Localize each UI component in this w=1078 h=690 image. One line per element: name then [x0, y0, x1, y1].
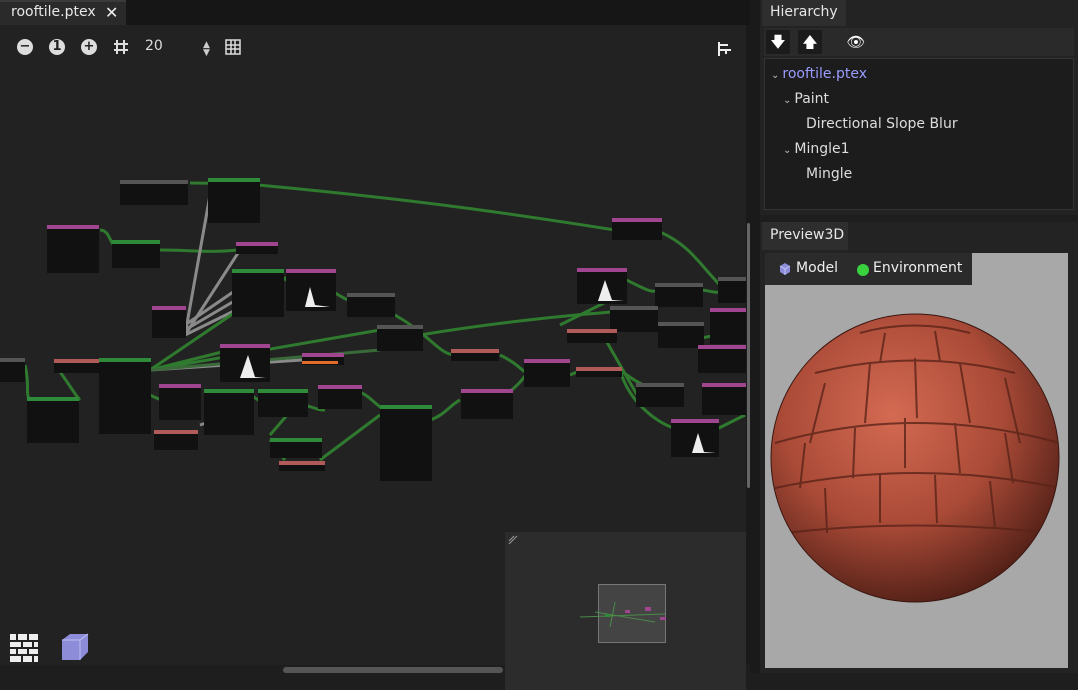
align-nodes-icon[interactable] — [716, 40, 734, 58]
zoom-reset-button[interactable]: 1 — [49, 39, 65, 55]
brick-pattern-icon[interactable] — [6, 630, 42, 666]
document-tab[interactable]: rooftile.ptex ✕ — [0, 0, 126, 25]
graph-node — [159, 384, 201, 420]
graph-node — [47, 225, 99, 273]
spin-down-icon[interactable]: ▼ — [203, 48, 210, 58]
graph-node — [567, 329, 617, 343]
graph-node — [152, 306, 186, 338]
horizontal-scrollbar-thumb[interactable] — [283, 667, 503, 673]
tree-item-label: Directional Slope Blur — [806, 116, 958, 132]
wire — [23, 364, 32, 402]
tree-item-label: Mingle — [806, 166, 853, 182]
graph-node — [236, 242, 278, 254]
tree-item-label: rooftile.ptex — [782, 66, 868, 82]
chevron-down-icon[interactable]: ⌄ — [783, 95, 791, 106]
tree-item-mingle[interactable]: Mingle — [806, 166, 852, 182]
hierarchy-tree: ⌄ rooftile.ptex ⌄ Paint Directional Slope … — [764, 58, 1074, 210]
graph-node — [451, 349, 499, 361]
cube-icon[interactable] — [56, 630, 92, 666]
minimap-viewport[interactable] — [598, 584, 666, 643]
chevron-down-icon[interactable]: ⌄ — [783, 145, 791, 156]
arrow-down-icon[interactable]: 🡇 — [766, 30, 790, 54]
hierarchy-toolbar: 🡇 🡅 👁 — [764, 28, 1074, 56]
graph-node — [286, 269, 336, 311]
graph-node — [524, 359, 570, 387]
graph-node — [208, 178, 260, 223]
wire — [319, 413, 381, 462]
graph-nodes — [0, 178, 746, 481]
zoom-out-button[interactable]: − — [17, 39, 33, 55]
panel-splitter[interactable] — [750, 0, 760, 673]
arrow-up-icon[interactable]: 🡅 — [798, 30, 822, 54]
graph-node — [377, 325, 423, 351]
tree-item-directional-slope-blur[interactable]: Directional Slope Blur — [806, 116, 958, 132]
preview-sphere — [770, 313, 1060, 603]
graph-node — [279, 461, 325, 471]
graph-node — [318, 385, 362, 409]
graph-node — [380, 405, 432, 481]
eye-icon[interactable]: 👁 — [844, 30, 868, 54]
graph-node — [27, 397, 79, 443]
graph-node — [258, 389, 308, 417]
preview-toolbar: Model Environment — [765, 253, 972, 285]
tab-preview3d[interactable]: Preview3D — [762, 222, 848, 250]
graph-node — [232, 269, 284, 317]
tree-item-label: Mingle1 — [794, 141, 850, 157]
graph-node — [54, 359, 100, 373]
graph-node — [220, 344, 270, 382]
cube-icon — [779, 263, 791, 275]
grid-snap-icon[interactable] — [112, 38, 130, 56]
graph-node — [204, 389, 254, 435]
zoom-in-button[interactable]: + — [81, 39, 97, 55]
snap-value-input[interactable]: 20 — [145, 38, 195, 58]
graph-node — [120, 180, 188, 205]
graph-node — [718, 277, 746, 303]
graph-minimap[interactable] — [505, 532, 746, 690]
grid-display-icon[interactable] — [224, 38, 242, 56]
environment-icon — [857, 264, 869, 276]
graph-canvas[interactable] — [0, 25, 746, 690]
environment-menu[interactable]: Environment — [873, 260, 962, 276]
graph-node — [612, 218, 662, 240]
graph-node — [347, 293, 395, 317]
graph-node — [671, 419, 719, 457]
graph-node — [302, 353, 344, 365]
graph-node — [99, 358, 151, 434]
graph-node — [576, 367, 622, 377]
document-tab-title: rooftile.ptex — [11, 4, 96, 20]
graph-node — [112, 240, 160, 268]
tree-item-mingle1[interactable]: ⌄ Mingle1 — [783, 141, 850, 157]
graph-node — [577, 268, 627, 304]
model-menu[interactable]: Model — [796, 260, 838, 276]
tree-item-paint[interactable]: ⌄ Paint — [783, 91, 829, 107]
preview3d-panel: Preview3D Model Environment — [760, 222, 1078, 673]
document-tab-bar: rooftile.ptex ✕ — [0, 0, 750, 25]
wire — [714, 413, 746, 432]
tree-item-label: Paint — [794, 91, 830, 107]
wire — [659, 230, 722, 287]
graph-node — [658, 322, 704, 348]
graph-node — [270, 438, 322, 458]
graph-node — [636, 383, 684, 407]
hierarchy-panel: Hierarchy 🡇 🡅 👁 ⌄ rooftile.ptex ⌄ Paint Di… — [760, 0, 1078, 215]
close-icon[interactable]: ✕ — [105, 3, 118, 22]
graph-node — [0, 358, 25, 382]
tree-item-root[interactable]: ⌄ rooftile.ptex — [771, 66, 867, 82]
chevron-down-icon[interactable]: ⌄ — [771, 70, 779, 81]
graph-node — [702, 383, 746, 415]
graph-node — [461, 389, 513, 419]
graph-editor: rooftile.ptex ✕ − 1 + 20 ▲ ▼ — [0, 0, 750, 690]
wire — [257, 183, 616, 232]
tab-hierarchy[interactable]: Hierarchy — [762, 0, 846, 26]
wire — [429, 398, 461, 422]
graph-node — [710, 308, 746, 344]
preview3d-viewport[interactable] — [765, 253, 1068, 668]
graph-node — [610, 306, 658, 332]
graph-node — [154, 430, 198, 450]
graph-node — [655, 283, 703, 307]
graph-node — [698, 345, 746, 373]
